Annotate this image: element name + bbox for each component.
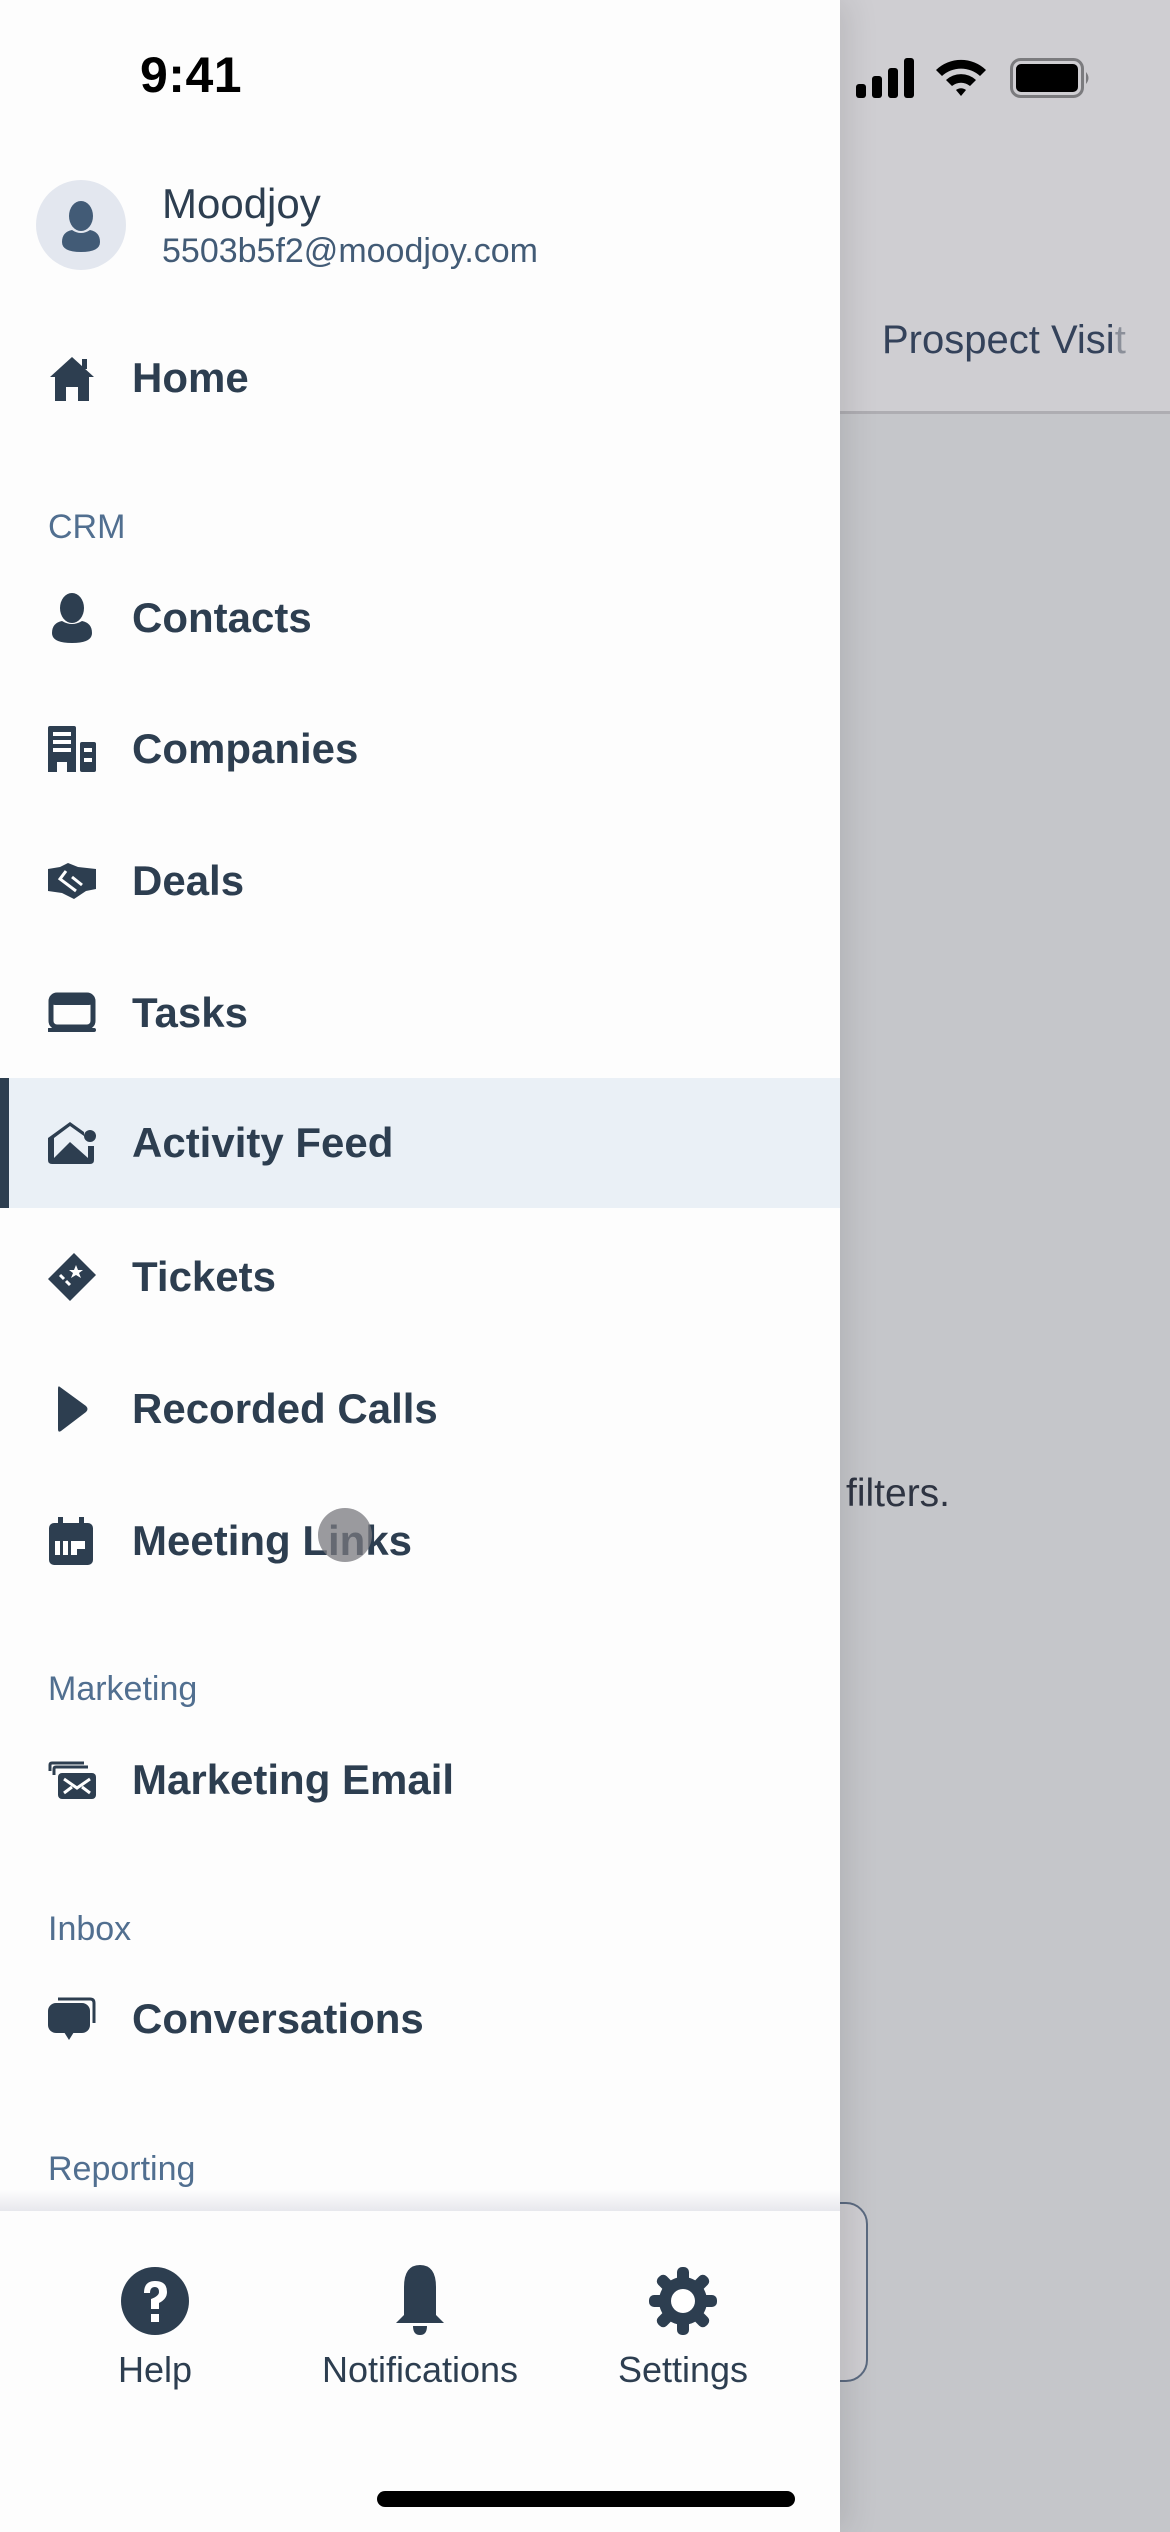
handshake-icon: [46, 855, 98, 907]
section-header-inbox: Inbox: [48, 1910, 132, 1948]
background-tab-label-fade: t: [1114, 318, 1126, 362]
nav-item-label: Tasks: [132, 989, 248, 1036]
activity-feed-icon: [46, 1117, 98, 1169]
navigation-drawer: 9:41 Moodjoy 5503b5f2@moodjoy.com Home C…: [0, 0, 840, 2532]
profile-name: Moodjoy: [162, 180, 321, 227]
nav-item-label: Companies: [132, 725, 359, 772]
nav-item-activity-feed[interactable]: Activity Feed: [0, 1078, 840, 1208]
background-empty-message: filters.: [846, 1472, 951, 1515]
help-label: Help: [117, 2349, 193, 2390]
bottom-bar-shadow: [0, 2190, 840, 2212]
nav-item-contacts[interactable]: Contacts: [0, 553, 840, 683]
touch-indicator: [318, 1508, 372, 1562]
contact-icon: [46, 592, 98, 644]
settings-label: Settings: [617, 2349, 749, 2390]
nav-item-home[interactable]: Home: [0, 313, 840, 443]
nav-item-tickets[interactable]: Tickets: [0, 1212, 840, 1342]
nav-item-label: Home: [132, 354, 249, 401]
nav-item-tasks[interactable]: Tasks: [0, 948, 840, 1078]
profile-header[interactable]: Moodjoy 5503b5f2@moodjoy.com: [36, 180, 816, 272]
nav-item-marketing-email[interactable]: Marketing Email: [0, 1715, 840, 1845]
section-header-marketing: Marketing: [48, 1670, 198, 1708]
nav-item-recorded-calls[interactable]: Recorded Calls: [0, 1344, 840, 1474]
calendar-icon: [46, 1515, 98, 1567]
user-silhouette-icon: [62, 201, 100, 252]
help-button[interactable]: Help: [45, 2265, 265, 2391]
nav-item-deals[interactable]: Deals: [0, 816, 840, 946]
battery-icon: [1010, 58, 1089, 98]
nav-item-label: Recorded Calls: [132, 1385, 438, 1432]
avatar: [36, 180, 126, 270]
bell-icon: [384, 2265, 456, 2337]
home-indicator[interactable]: [377, 2491, 795, 2507]
building-icon: [46, 723, 98, 775]
nav-item-label: Tickets: [132, 1253, 276, 1300]
play-icon: [46, 1383, 98, 1435]
notifications-button[interactable]: Notifications: [310, 2265, 530, 2391]
cellular-signal-icon: [856, 58, 914, 98]
section-header-reporting: Reporting: [48, 2150, 196, 2188]
nav-item-label: Marketing Email: [132, 1756, 455, 1803]
section-header-crm: CRM: [48, 508, 126, 546]
nav-item-label: Activity Feed: [132, 1119, 394, 1166]
marketing-email-icon: [46, 1754, 98, 1806]
nav-item-conversations[interactable]: Conversations: [0, 1954, 840, 2084]
home-icon: [46, 352, 98, 404]
notifications-label: Notifications: [321, 2349, 519, 2390]
conversations-icon: [46, 1993, 98, 2045]
drawer-bottom-bar: Help Notifications Settings: [0, 2211, 840, 2532]
ticket-icon: [46, 1251, 98, 1303]
settings-button[interactable]: Settings: [573, 2265, 793, 2391]
status-time: 9:41: [140, 47, 243, 103]
nav-item-label: Conversations: [132, 1995, 424, 2042]
profile-email: 5503b5f2@moodjoy.com: [162, 232, 538, 270]
nav-item-label: Contacts: [132, 594, 312, 641]
gear-icon: [647, 2265, 719, 2337]
help-icon: [119, 2265, 191, 2337]
wifi-icon: [936, 59, 986, 96]
background-tab-label: Prospect Visi: [882, 318, 1115, 362]
nav-item-companies[interactable]: Companies: [0, 684, 840, 814]
task-icon: [46, 987, 98, 1039]
nav-item-meeting-links[interactable]: Meeting Links: [0, 1476, 840, 1606]
nav-item-label: Deals: [132, 857, 245, 904]
background-tab-prospect-visits[interactable]: Prospect Visit: [882, 318, 1126, 363]
